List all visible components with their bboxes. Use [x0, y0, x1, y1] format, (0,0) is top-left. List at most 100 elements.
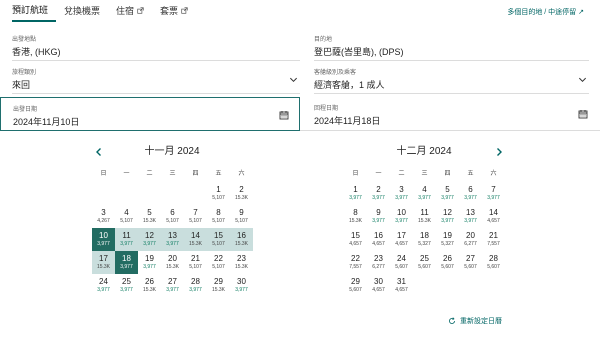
weekday-label: 五: [215, 171, 222, 177]
calendar-day[interactable]: 15 4,657: [344, 228, 367, 251]
day-price: 15.3K: [234, 241, 249, 247]
calendar-day[interactable]: 10 3,977: [390, 205, 413, 228]
weekday-header: 日 一 二 三 四 五 六: [92, 168, 252, 178]
calendar-day[interactable]: 23 6,277: [367, 251, 390, 274]
calendar-day[interactable]: 2 15.3K: [230, 182, 253, 205]
calendar-day[interactable]: 19 3,977: [138, 251, 161, 274]
calendar-day[interactable]: 18 5,327: [413, 228, 436, 251]
day-number: 14: [191, 231, 200, 240]
calendar-day[interactable]: 1 3,977: [344, 182, 367, 205]
trip-type-select[interactable]: 旅程類別 來回: [12, 64, 300, 94]
calendar-day[interactable]: 5 3,977: [436, 182, 459, 205]
calendar-day[interactable]: 22 7,557: [344, 251, 367, 274]
calendar-day[interactable]: 25 3,977: [115, 274, 138, 297]
tab-redeem-flights[interactable]: 兌換機票: [64, 0, 108, 22]
calendar-day[interactable]: 6 5,107: [161, 205, 184, 228]
calendar-day[interactable]: 17 4,657: [390, 228, 413, 251]
cabin-passengers-select[interactable]: 客艙級別及乘客 經濟客艙，1 成人: [314, 64, 589, 94]
calendar-day[interactable]: 14 4,657: [482, 205, 505, 228]
calendar-day[interactable]: 7 5,107: [184, 205, 207, 228]
calendar-day[interactable]: 3 4,267: [92, 205, 115, 228]
tab-hotels[interactable]: 住宿: [116, 0, 152, 22]
weekday-label: 日: [352, 171, 359, 177]
day-number: 23: [237, 254, 246, 263]
calendar-day[interactable]: 21 7,557: [482, 228, 505, 251]
weekday-label: 三: [421, 171, 428, 177]
calendar-day[interactable]: 3 3,977: [390, 182, 413, 205]
day-price: 3,977: [97, 287, 110, 293]
calendar-day[interactable]: 27 3,977: [161, 274, 184, 297]
calendar-day[interactable]: 28 5,607: [482, 251, 505, 274]
tab-packages[interactable]: 套票: [160, 0, 196, 22]
departure-date-field[interactable]: 出發日期 2024年11月10日: [0, 97, 300, 131]
calendar-day[interactable]: 4 3,977: [413, 182, 436, 205]
calendar-day[interactable]: 13 3,977: [459, 205, 482, 228]
calendar-day[interactable]: 12 3,977: [436, 205, 459, 228]
calendar-day[interactable]: 16 4,657: [367, 228, 390, 251]
empty-cell: [92, 182, 115, 205]
calendar-day[interactable]: 6 3,977: [459, 182, 482, 205]
day-number: 16: [237, 231, 246, 240]
weekday-label: 四: [192, 171, 199, 177]
day-number: 23: [374, 254, 383, 263]
day-price: 7,557: [487, 241, 500, 247]
calendar-day[interactable]: 14 15.3K: [184, 228, 207, 251]
chevron-down-icon: [578, 77, 587, 83]
calendar-day[interactable]: 30 3,977: [230, 274, 253, 297]
calendar-day[interactable]: 22 5,107: [207, 251, 230, 274]
calendar-day[interactable]: 30 4,657: [367, 274, 390, 297]
calendar-day[interactable]: 23 15.3K: [230, 251, 253, 274]
day-price: 4,657: [395, 241, 408, 247]
calendar-day[interactable]: 8 15.3K: [344, 205, 367, 228]
calendar-day[interactable]: 24 5,607: [390, 251, 413, 274]
calendar-day[interactable]: 8 5,107: [207, 205, 230, 228]
external-link-icon: [137, 7, 144, 14]
return-date-field[interactable]: 回程日期 2024年11月18日: [300, 97, 600, 131]
day-number: 3: [399, 185, 404, 194]
calendar-day[interactable]: 29 15.3K: [207, 274, 230, 297]
day-price: 3,977: [395, 195, 408, 201]
calendar-day[interactable]: 15 5,107: [207, 228, 230, 251]
calendar-day[interactable]: 9 3,977: [367, 205, 390, 228]
day-number: 24: [99, 277, 108, 286]
tab-book-flights[interactable]: 預訂航班: [12, 0, 57, 22]
calendar-december: 十二月 2024 日 一 二 三 四 五 六 1 3,977 2 3,977 3 3,97…: [344, 144, 504, 297]
day-number: 31: [397, 277, 406, 286]
calendar-day[interactable]: 26 15.3K: [138, 274, 161, 297]
calendar-day[interactable]: 20 6,277: [459, 228, 482, 251]
calendar-day[interactable]: 29 5,607: [344, 274, 367, 297]
calendar-day[interactable]: 20 15.3K: [161, 251, 184, 274]
day-price: 15.3K: [417, 218, 432, 224]
day-number: 22: [214, 254, 223, 263]
calendar-day[interactable]: 11 15.3K: [413, 205, 436, 228]
destination-field[interactable]: 目的地 登巴薩(峇里島), (DPS): [314, 31, 589, 61]
calendar-day[interactable]: 25 5,607: [413, 251, 436, 274]
calendar-day[interactable]: 21 5,107: [184, 251, 207, 274]
calendar-day[interactable]: 12 3,977: [138, 228, 161, 251]
calendar-day[interactable]: 17 15.3K: [92, 251, 115, 274]
calendar-day[interactable]: 7 3,977: [482, 182, 505, 205]
trip-type-value: 來回: [12, 80, 31, 90]
cabin-label: 客艙級別及乘客: [314, 70, 357, 76]
calendar-day[interactable]: 9 5,107: [230, 205, 253, 228]
calendar-day[interactable]: 24 3,977: [92, 274, 115, 297]
calendar-day[interactable]: 18 3,977: [115, 251, 138, 274]
calendar-day[interactable]: 2 3,977: [367, 182, 390, 205]
calendar-day[interactable]: 11 3,977: [115, 228, 138, 251]
multi-city-link[interactable]: 多個目的地 / 中途停留 ↗: [507, 7, 584, 17]
calendar-day[interactable]: 26 5,607: [436, 251, 459, 274]
reset-calendar-button[interactable]: 重新設定日曆: [448, 316, 502, 326]
calendar-day[interactable]: 27 5,607: [459, 251, 482, 274]
calendar-day[interactable]: 5 15.3K: [138, 205, 161, 228]
calendar-day[interactable]: 10 3,977: [92, 228, 115, 251]
day-price: 3,977: [418, 195, 431, 201]
calendar-day[interactable]: 28 3,977: [184, 274, 207, 297]
calendar-day[interactable]: 31 4,657: [390, 274, 413, 297]
calendar-day[interactable]: 1 5,107: [207, 182, 230, 205]
calendar-day[interactable]: 4 5,107: [115, 205, 138, 228]
origin-field[interactable]: 出發地點 香港, (HKG): [12, 31, 300, 61]
day-number: 15: [351, 231, 360, 240]
calendar-day[interactable]: 13 3,977: [161, 228, 184, 251]
calendar-day[interactable]: 16 15.3K: [230, 228, 253, 251]
calendar-day[interactable]: 19 5,327: [436, 228, 459, 251]
